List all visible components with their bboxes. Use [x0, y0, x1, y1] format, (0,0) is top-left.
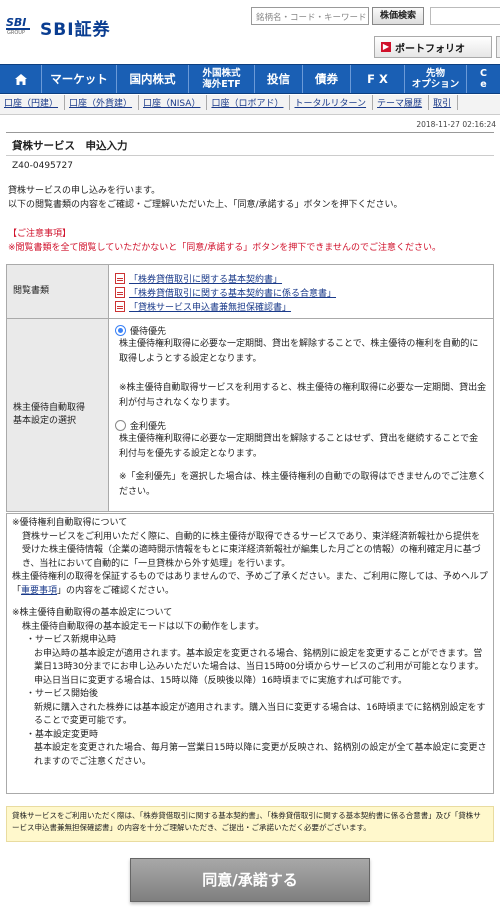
- docs-list: 「株券貸借取引に関する基本契約書」 「株券貸借取引に関する基本契約書に係る合意書…: [109, 265, 493, 318]
- setting-label: 株主優待自動取得 基本設定の選択: [7, 319, 109, 511]
- sbi-logo-icon: SBI GROUP: [6, 14, 34, 40]
- option-yutai-priority[interactable]: 優待優先: [115, 324, 487, 337]
- search-input[interactable]: 銘柄名・コード・キーワード: [251, 7, 369, 25]
- nav-investment-trust[interactable]: 投信: [255, 65, 303, 93]
- portfolio-button[interactable]: ▶ ポートフォリオ: [374, 36, 492, 58]
- search-extra-field[interactable]: [430, 7, 500, 25]
- setting-options: 優待優先 株主優待権利取得に必要な一定期間、貸出を解除することで、株主優待の権利…: [109, 319, 493, 511]
- portfolio-icon: ▶: [381, 42, 391, 52]
- doc-link-agreement[interactable]: 「株券貸借取引に関する基本契約書に係る合意書」: [115, 285, 487, 299]
- settings-table: 閲覧書類 「株券貸借取引に関する基本契約書」 「株券貸借取引に関する基本契約書に…: [6, 264, 494, 512]
- page-title: 貸株サービス 申込入力: [6, 132, 494, 156]
- account-subnav: 口座（円建） 口座（外貨建） 口座（NISA） 口座（ロボアド） トータルリターン テーマ…: [0, 95, 500, 115]
- consent-note: 貸株サービスをご利用いただく際は、「株券貸借取引に関する基本契約書」、「株券貸借…: [6, 806, 494, 842]
- notice-text: ※閲覧書類を全て閲覧していただかないと「同意/承諾する」ボタンを押下できませんの…: [8, 243, 442, 253]
- subnav-account-jpy[interactable]: 口座（円建）: [0, 95, 66, 110]
- pdf-icon: [115, 286, 125, 298]
- nav-foreign-stock[interactable]: 外国株式 海外ETF: [189, 65, 255, 93]
- radio-interest-priority[interactable]: [115, 420, 126, 431]
- home-icon: [14, 73, 27, 85]
- docs-label: 閲覧書類: [7, 265, 109, 318]
- header: SBI GROUP SBI証券 銘柄名・コード・キーワード 株価検索 ▶ ポート…: [0, 0, 500, 64]
- logo[interactable]: SBI GROUP SBI証券: [6, 14, 111, 40]
- subnav-account-nisa[interactable]: 口座（NISA）: [139, 95, 208, 110]
- portfolio-button-label: ポートフォリオ: [395, 43, 465, 55]
- edge-button[interactable]: [496, 36, 500, 58]
- subnav-account-roboadvisor[interactable]: 口座（ロボアド）: [207, 95, 291, 110]
- nav-home[interactable]: [0, 65, 42, 93]
- info-heading-1: ※優待権利自動取得について: [12, 518, 128, 528]
- agree-submit-button[interactable]: 同意/承諾する: [130, 858, 370, 902]
- pdf-icon: [115, 300, 125, 312]
- main-nav: マーケット 国内株式 外国株式 海外ETF 投信 債券 F X 先物 オプション…: [0, 64, 500, 94]
- important-notice-link[interactable]: 重要事項: [21, 586, 57, 596]
- info-heading-2: ※株主優待自動取得の基本設定について: [12, 608, 173, 618]
- pdf-icon: [115, 272, 125, 284]
- search-button[interactable]: 株価検索: [372, 7, 424, 25]
- nav-domestic-stock[interactable]: 国内株式: [117, 65, 189, 93]
- subnav-total-return[interactable]: トータルリターン: [290, 95, 374, 110]
- intro-text: 貸株サービスの申し込みを行います。 以下の閲覧書類の内容をご確認・ご理解いただい…: [8, 186, 403, 210]
- nav-more[interactable]: C e: [467, 65, 500, 93]
- logo-text: SBI証券: [40, 19, 111, 40]
- radio-yutai-priority[interactable]: [115, 325, 126, 336]
- nav-market[interactable]: マーケット: [42, 65, 117, 93]
- doc-link-application-form[interactable]: 「貸株サービス申込書兼無担保確認書」: [115, 299, 487, 313]
- nav-futures-options[interactable]: 先物 オプション: [405, 65, 467, 93]
- option-interest-priority[interactable]: 金利優先: [115, 419, 487, 432]
- timestamp: 2018-11-27 02:16:24: [416, 120, 496, 129]
- subnav-account-foreign[interactable]: 口座（外貨建）: [65, 95, 140, 110]
- docs-row: 閲覧書類 「株券貸借取引に関する基本契約書」 「株券貸借取引に関する基本契約書に…: [7, 265, 493, 319]
- nav-bonds[interactable]: 債券: [303, 65, 351, 93]
- account-number: Z40-0495727: [12, 161, 73, 171]
- doc-link-basic-contract[interactable]: 「株券貸借取引に関する基本契約書」: [115, 271, 487, 285]
- subnav-theme-history[interactable]: テーマ履歴: [373, 95, 430, 110]
- nav-fx[interactable]: F X: [351, 65, 405, 93]
- notice-heading: 【ご注意事項】: [8, 229, 72, 239]
- info-box: ※優待権利自動取得について 貸株サービスをご利用いただく際に、自動的に株主優待が…: [6, 513, 494, 794]
- subnav-trade[interactable]: 取引: [429, 95, 459, 110]
- setting-row: 株主優待自動取得 基本設定の選択 優待優先 株主優待権利取得に必要な一定期間、貸…: [7, 319, 493, 511]
